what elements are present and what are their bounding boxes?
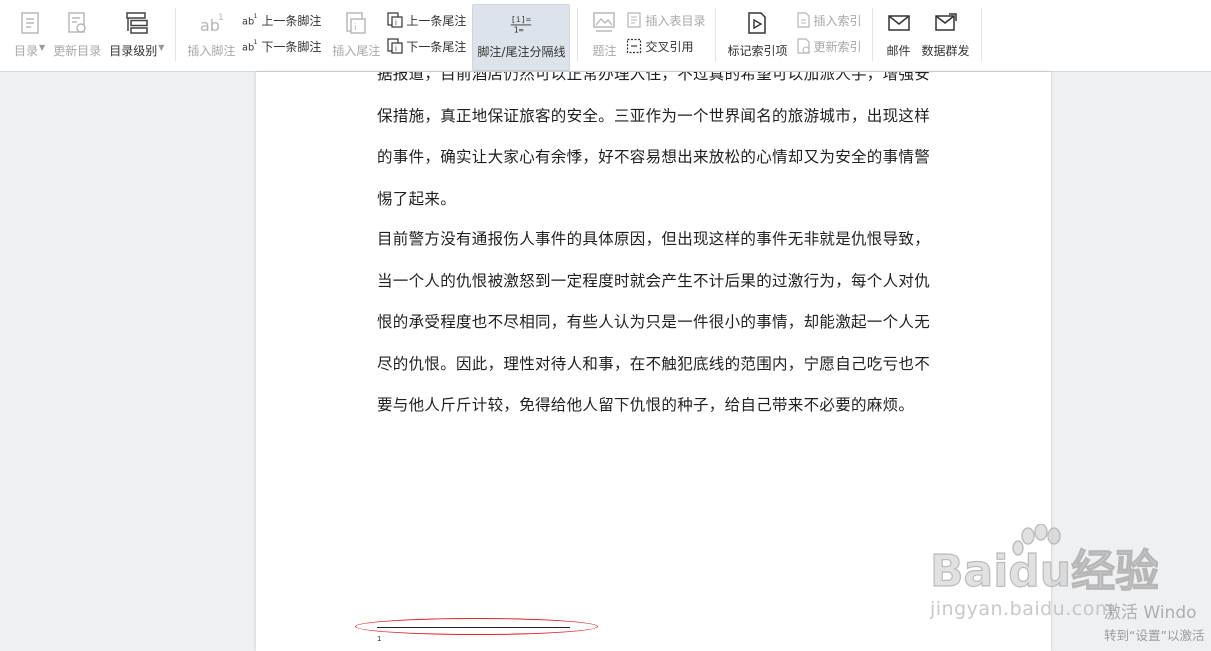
text-line: 目前警方没有通报伤人事件的具体原因，但出现这样的事件无非就是仇恨导致，: [377, 230, 931, 248]
footnote-group: ab 1 插入脚注 ab 1 上一条脚注 ab 1 下一条脚注: [179, 0, 328, 71]
mark-index-entry-button[interactable]: 标记索引项: [723, 4, 791, 71]
prev-endnote-icon: i: [387, 12, 404, 28]
prev-footnote-icon: ab 1: [242, 12, 258, 28]
annotation-ellipse: [355, 618, 598, 635]
divider: [980, 8, 982, 61]
text-line: 要与他人斤斤计较，免得给他人留下仇恨的种子，给自己带来不必要的麻烦。: [377, 396, 915, 414]
mail-group: 邮件 数据群发: [876, 0, 978, 71]
prev-footnote-label: 上一条脚注: [261, 13, 322, 28]
text-line: 尽的仇恨。因此，理性对待人和事，在不触犯底线的范围内，宁愿自己吃亏也不: [377, 354, 931, 373]
next-endnote-label: 下一条尾注: [406, 39, 467, 54]
mail-button[interactable]: 邮件: [880, 4, 918, 71]
mark-index-entry-label: 标记索引项: [727, 44, 788, 58]
insert-endnote-icon: i: [343, 10, 369, 36]
svg-text:1: 1: [218, 13, 224, 23]
next-footnote-button[interactable]: ab 1 下一条脚注: [239, 36, 324, 56]
toc-group: 目录 ▼ 更新目录 目录级别 ▼: [6, 0, 172, 71]
endnote-group: i 插入尾注 i 上一条尾注 i 下一条尾注 [i]= 1= 脚注/尾注分隔线: [328, 0, 574, 71]
mail-label: 邮件: [886, 44, 911, 58]
prev-endnote-button[interactable]: i 上一条尾注: [384, 10, 469, 30]
prev-endnote-label: 上一条尾注: [406, 13, 467, 28]
mail-merge-button[interactable]: 数据群发: [918, 4, 974, 71]
baidu-brand-text: Baidu经验: [930, 546, 1158, 594]
mail-icon: [886, 10, 912, 36]
cross-reference-label: 交叉引用: [645, 39, 694, 54]
cross-reference-button[interactable]: 交叉引用: [623, 36, 708, 56]
insert-index-button[interactable]: 插入索引: [792, 10, 865, 30]
mail-merge-label: 数据群发: [921, 44, 970, 58]
baidu-logo-watermark: Baidu经验: [928, 524, 1158, 594]
svg-text:i: i: [354, 23, 357, 33]
divider: [871, 8, 873, 61]
insert-footnote-icon: ab 1: [198, 10, 224, 36]
svg-text:ab: ab: [200, 16, 220, 35]
svg-text:1=: 1=: [514, 24, 524, 34]
update-toc-label: 更新目录: [53, 44, 102, 58]
text-line: 恨的承受程度也不尽相同，有些人认为只是一件很小的事情，却能激起一个人无: [377, 313, 931, 331]
toc-level-button[interactable]: 目录级别 ▼: [105, 4, 168, 71]
ribbon-toolbar: 目录 ▼ 更新目录 目录级别 ▼ ab 1 插入脚注 ab 1 上一条脚注 ab…: [0, 0, 1211, 72]
next-footnote-label: 下一条脚注: [261, 39, 322, 54]
next-endnote-icon: i: [387, 38, 404, 54]
toc-level-label: 目录级别: [109, 44, 158, 58]
svg-text:ab: ab: [242, 42, 254, 53]
svg-text:1: 1: [254, 13, 258, 20]
toc-icon: [17, 10, 43, 36]
index-group: 标记索引项 插入索引 更新索引: [719, 0, 868, 71]
note-separator-icon: [i]= 1=: [508, 11, 534, 37]
cross-reference-icon: [626, 38, 642, 54]
paragraph: 目前警方没有通报伤人事件的具体原因，但出现这样的事件无非就是仇恨导致， 当一个人…: [377, 219, 932, 427]
svg-text:1: 1: [254, 39, 258, 46]
text-line: 保措施，真正地保证旅客的安全。三亚作为一个世界闻名的旅游城市，出现这样: [377, 106, 931, 125]
footnote-number: 1: [377, 635, 382, 643]
svg-text:i: i: [395, 45, 397, 53]
divider: [175, 8, 177, 61]
insert-endnote-button[interactable]: i 插入尾注: [328, 4, 384, 71]
text-line: 当一个人的仇恨被激怒到一定程度时就会产生不计后果的过激行为，每个人对仇: [377, 271, 931, 290]
table-of-figures-icon: [626, 12, 642, 28]
divider: [715, 8, 717, 61]
toc-button[interactable]: 目录 ▼: [10, 4, 49, 71]
note-separator-label: 脚注/尾注分隔线: [477, 45, 566, 59]
prev-footnote-button[interactable]: ab 1 上一条脚注: [239, 10, 324, 30]
divider: [577, 8, 579, 61]
svg-text:ab: ab: [242, 16, 254, 27]
chevron-down-icon: ▼: [39, 43, 46, 52]
paragraph: 据报道，目前酒店仍然可以正常办理入住，不过真的希望可以加派人手，增强安 保措施，…: [377, 72, 932, 220]
windows-activation-title: 激活 Windo: [1104, 603, 1197, 623]
next-footnote-icon: ab 1: [242, 38, 258, 54]
update-toc-icon: [64, 10, 90, 36]
update-toc-button[interactable]: 更新目录: [49, 4, 105, 71]
update-index-icon: [795, 38, 811, 54]
mark-index-entry-icon: [744, 10, 770, 36]
caption-button[interactable]: 题注: [585, 4, 623, 71]
svg-text:[i]=: [i]=: [511, 14, 531, 24]
insert-index-label: 插入索引: [813, 13, 862, 28]
next-endnote-button[interactable]: i 下一条尾注: [384, 36, 469, 56]
chevron-down-icon: ▼: [158, 43, 165, 52]
svg-text:i: i: [395, 19, 397, 27]
insert-table-of-figures-label: 插入表目录: [645, 13, 706, 28]
insert-footnote-label: 插入脚注: [187, 44, 236, 58]
text-line: 据报道，目前酒店仍然可以正常办理入住，不过真的希望可以加派人手，增强安: [377, 72, 931, 83]
insert-table-of-figures-button[interactable]: 插入表目录: [623, 10, 708, 30]
caption-group: 题注 插入表目录 交叉引用: [581, 0, 712, 71]
windows-activation-hint: 转到“设置”以激活: [1104, 628, 1205, 643]
caption-icon: [591, 10, 617, 36]
insert-footnote-button[interactable]: ab 1 插入脚注: [183, 4, 239, 71]
caption-label: 题注: [592, 44, 617, 58]
toc-label: 目录: [14, 44, 39, 58]
mail-merge-icon: [933, 10, 959, 36]
note-separator-button[interactable]: [i]= 1= 脚注/尾注分隔线: [472, 4, 571, 71]
text-line: 的事件，确实让大家心有余悸，好不容易想出来放松的心情却又为安全的事情警: [377, 148, 931, 166]
text-line: 惕了起来。: [377, 189, 457, 208]
toc-level-icon: [124, 10, 150, 36]
update-index-label: 更新索引: [813, 39, 862, 54]
insert-endnote-label: 插入尾注: [332, 44, 381, 58]
insert-index-icon: [795, 12, 811, 28]
baidu-url-watermark: jingyan.baidu.com: [930, 598, 1114, 620]
update-index-button[interactable]: 更新索引: [792, 36, 865, 56]
